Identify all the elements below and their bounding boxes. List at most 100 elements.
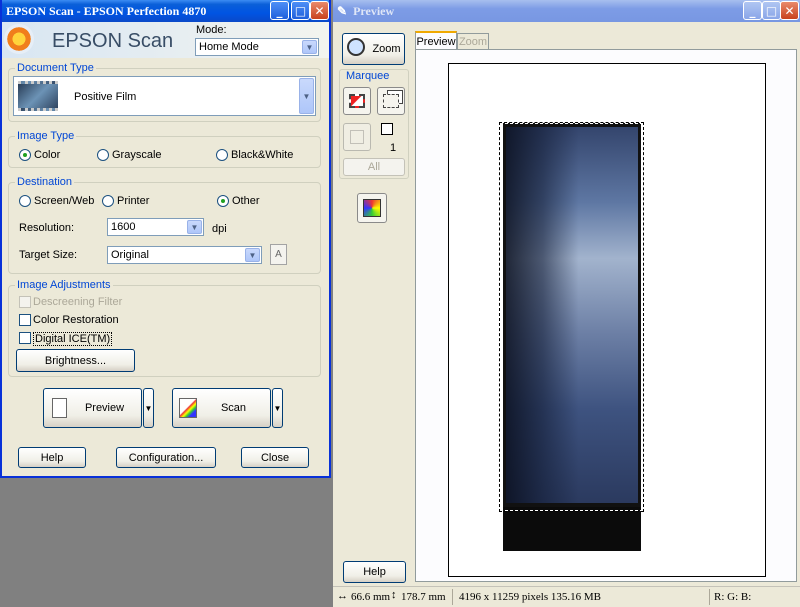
scan-bed <box>448 63 766 577</box>
clear-marquee-icon[interactable] <box>343 87 371 115</box>
preview-app-icon: ✎ <box>337 3 348 18</box>
minimize-button[interactable]: _ <box>743 1 762 20</box>
brightness-button[interactable]: Brightness... <box>16 349 135 372</box>
close-button[interactable]: Close <box>241 447 309 468</box>
resolution-select[interactable]: 1600 ▼ <box>107 218 204 236</box>
radio-grayscale-label[interactable]: Grayscale <box>112 149 162 161</box>
descreening-checkbox <box>19 296 31 308</box>
radio-grayscale[interactable] <box>97 149 109 161</box>
target-size-value: Original <box>111 249 149 261</box>
width-arrow-icon: ↔ <box>337 590 348 602</box>
epson-scan-window: EPSON Scan - EPSON Perfection 4870 _ □ ✕… <box>0 0 331 478</box>
marquee-count: 1 <box>390 142 397 154</box>
image-type-title: Image Type <box>15 130 77 142</box>
target-size-select[interactable]: Original ▼ <box>107 246 262 264</box>
tab-preview[interactable]: Preview <box>415 31 457 50</box>
radio-color-label[interactable]: Color <box>34 149 60 161</box>
resolution-value: 1600 <box>111 221 136 233</box>
radio-printer[interactable] <box>102 195 114 207</box>
brand-title: EPSON Scan <box>52 30 174 52</box>
brightness-button-label: Brightness... <box>44 354 107 367</box>
preview-button-label: Preview <box>84 402 125 414</box>
maximize-button[interactable]: □ <box>762 1 781 20</box>
marquee-count-icon <box>381 123 393 135</box>
epson-scan-titlebar[interactable]: EPSON Scan - EPSON Perfection 4870 _ □ ✕ <box>2 0 329 22</box>
image-adjustments-title: Image Adjustments <box>15 279 113 291</box>
chevron-down-icon[interactable]: ▼ <box>245 248 260 262</box>
preview-button[interactable]: Preview <box>43 388 142 428</box>
color-restoration-label[interactable]: Color Restoration <box>33 314 119 326</box>
all-button: All <box>343 158 405 176</box>
preview-area[interactable] <box>415 49 797 582</box>
chevron-down-icon[interactable]: ▼ <box>187 220 202 234</box>
width-value: 66.6 mm <box>351 591 391 603</box>
film-border <box>503 507 641 551</box>
marquee-selection[interactable] <box>499 122 644 512</box>
color-page-icon <box>179 398 197 418</box>
height-arrow-icon: ↕ <box>391 589 397 601</box>
preview-titlebar[interactable]: ✎ Preview _ □ ✕ <box>333 0 800 22</box>
destination-group: Destination Screen/Web Printer Other Res… <box>8 176 321 274</box>
preview-window: ✎ Preview _ □ ✕ Zoom Marquee 1 All Help … <box>333 0 800 607</box>
preview-dropdown-button[interactable]: ▼ <box>143 388 154 428</box>
window-title: EPSON Scan - EPSON Perfection 4870 <box>6 3 207 18</box>
radio-black-white-label[interactable]: Black&White <box>231 149 293 161</box>
magnifier-icon <box>347 38 365 56</box>
resolution-unit: dpi <box>212 223 227 235</box>
digital-ice-label[interactable]: Digital ICE(TM) <box>33 332 113 346</box>
help-button[interactable]: Help <box>18 447 86 468</box>
chevron-down-icon[interactable]: ▼ <box>302 40 317 54</box>
chevron-down-icon[interactable]: ▼ <box>299 78 314 114</box>
close-window-button[interactable]: ✕ <box>310 1 329 20</box>
preview-help-button[interactable]: Help <box>343 561 406 583</box>
duplicate-marquee-icon[interactable] <box>377 87 405 115</box>
all-button-label: All <box>367 161 381 173</box>
tab-zoom-label: Zoom <box>458 35 488 48</box>
zoom-button-label: Zoom <box>372 43 401 55</box>
color-palette-icon[interactable] <box>357 193 387 223</box>
image-type-group: Image Type Color Grayscale Black&White <box>8 130 321 168</box>
target-size-options-icon[interactable]: A <box>270 244 287 265</box>
status-divider <box>452 589 453 605</box>
status-divider <box>709 589 710 605</box>
zoom-button[interactable]: Zoom <box>342 33 405 65</box>
document-type-title: Document Type <box>15 62 96 74</box>
preview-help-button-label: Help <box>363 566 386 578</box>
close-window-button[interactable]: ✕ <box>780 1 799 20</box>
resolution-label: Resolution: <box>19 222 75 234</box>
tab-preview-label: Preview <box>416 35 456 48</box>
mode-select[interactable]: Home Mode ▼ <box>195 38 319 56</box>
auto-locate-icon <box>343 123 371 151</box>
flower-logo-icon <box>4 24 34 54</box>
radio-other-label[interactable]: Other <box>232 195 260 207</box>
color-restoration-checkbox[interactable] <box>19 314 31 326</box>
tab-zoom: Zoom <box>457 33 489 49</box>
page-icon <box>52 398 67 418</box>
document-type-select[interactable]: Positive Film ▼ <box>13 76 316 116</box>
radio-screen-web-label[interactable]: Screen/Web <box>34 195 94 207</box>
rgb-readout: R: G: B: <box>714 591 752 603</box>
configuration-button[interactable]: Configuration... <box>116 447 216 468</box>
help-button-label: Help <box>40 451 64 464</box>
film-strip-icon <box>18 81 58 111</box>
destination-title: Destination <box>15 176 75 188</box>
digital-ice-checkbox[interactable] <box>19 332 31 344</box>
radio-black-white[interactable] <box>216 149 228 161</box>
radio-other[interactable] <box>217 195 229 207</box>
status-bar: ↔ 66.6 mm ↕ 178.7 mm 4196 x 11259 pixels… <box>333 586 800 607</box>
scan-button[interactable]: Scan <box>172 388 271 428</box>
preview-title: Preview <box>353 3 395 18</box>
marquee-label: Marquee <box>346 70 390 82</box>
height-value: 178.7 mm <box>401 591 446 603</box>
scan-dropdown-button[interactable]: ▼ <box>272 388 283 428</box>
descreening-label: Descreening Filter <box>33 296 123 308</box>
pixel-info: 4196 x 11259 pixels 135.16 MB <box>459 591 601 603</box>
minimize-button[interactable]: _ <box>270 1 289 20</box>
configuration-button-label: Configuration... <box>128 451 204 464</box>
radio-screen-web[interactable] <box>19 195 31 207</box>
maximize-button[interactable]: □ <box>291 1 310 20</box>
scan-button-label: Scan <box>220 402 247 414</box>
radio-color[interactable] <box>19 149 31 161</box>
close-button-label: Close <box>260 451 290 464</box>
radio-printer-label[interactable]: Printer <box>117 195 149 207</box>
